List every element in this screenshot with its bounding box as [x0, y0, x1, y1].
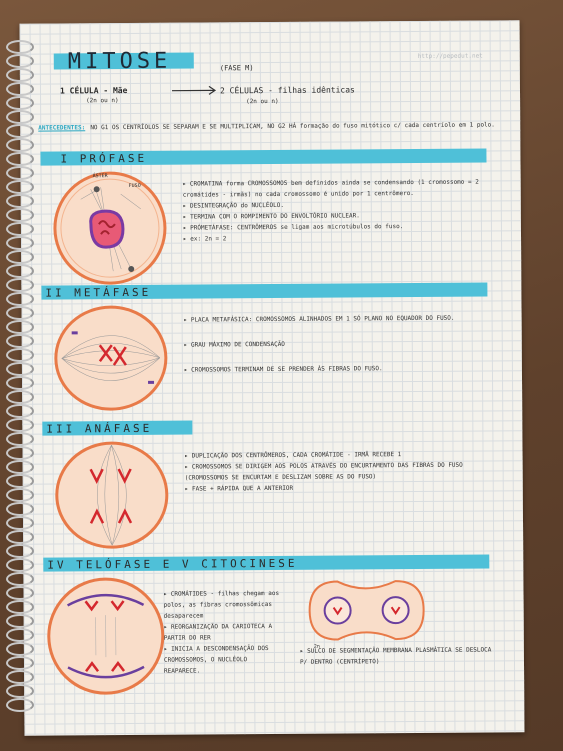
summary-daughter-cells: 2 CÉLULAS - filhas idênticas: [219, 85, 355, 96]
telophase-line: ▸ CROMÁTIDES - filhas chegam aos polos, …: [163, 589, 280, 620]
summary-daughter-sub: (2n ou n): [246, 97, 279, 106]
metaphase-line: ▸ GRAU MÁXIMO DE CONDENSAÇÃO: [183, 340, 285, 349]
cytokinesis-drawing: [308, 580, 425, 641]
antecedentes-text: NO G1 OS CENTRÍOLOS SE SEPARAM E SE MULT…: [90, 121, 495, 132]
anaphase-line: ▸ FASE + RÁPIDA QUE A ANTERIOR: [184, 484, 294, 493]
prophase-cell-drawing: [53, 171, 167, 285]
title-note: (FASE M): [219, 64, 254, 73]
antecedentes-label: ANTECEDENTES:: [38, 124, 86, 132]
prophase-notes: ▸ CROMATINA forma CROMOSSOMOS bem defini…: [183, 176, 493, 244]
telophase-notes: ▸ CROMÁTIDES - filhas chegam aos polos, …: [163, 588, 284, 677]
cytokinesis-text: ▸ SULCO DE SEGMENTAÇÃO MEMBRANA PLASMÁTI…: [299, 646, 492, 666]
metaphase-cell-drawing: [54, 305, 168, 411]
prophase-line: ▸ CROMATINA forma CROMOSSOMOS bem defini…: [182, 178, 479, 199]
metaphase-line: ▸ PLACA METAFÁSICA: CROMOSSOMOS ALINHADO…: [183, 314, 455, 324]
telophase-heading: IV TELÓFASE E V CITOCINESE: [47, 556, 298, 572]
watermark: http://pepedut.net: [417, 52, 483, 60]
anaphase-notes: ▸ DUPLICAÇÃO DOS CENTRÔMEROS, CADA CROMÁ…: [185, 448, 495, 494]
telophase-cell-drawing: [47, 577, 165, 695]
prophase-line: ▸ ex: 2n = 2: [183, 235, 227, 243]
anaphase-line: ▸ CROMOSSOMOS SE DIRIGEM AOS POLOS ATRAV…: [184, 461, 463, 482]
notebook-spiral: [6, 40, 34, 730]
metaphase-heading: II METÁFASE: [45, 285, 152, 300]
summary-mother-sub: (2n ou n): [86, 97, 119, 105]
aster-label: ÁSTER: [92, 173, 108, 180]
telophase-line: ▸ REORGANIZAÇÃO DA CARIOTECA A PARTIR DO…: [163, 623, 273, 642]
telophase-line: ▸ INICIA A DESCONDENSAÇÃO DOS CROMOSSOMO…: [163, 645, 269, 675]
arrow-icon: [171, 85, 217, 95]
metaphase-line: ▸ CROMOSSOMOS TERMINAM DE SE PRENDER ÀS …: [183, 365, 383, 374]
prophase-heading: I PRÓFASE: [60, 151, 148, 166]
anaphase-cell-drawing: [55, 441, 169, 549]
page-title: MITOSE: [67, 48, 172, 75]
notebook-page: MITOSE (FASE M) http://pepedut.net 1 CÉL…: [19, 20, 525, 736]
antecedentes-block: ANTECEDENTES: NO G1 OS CENTRÍOLOS SE SEP…: [38, 111, 508, 133]
spindle-label: FUSO: [128, 182, 141, 189]
summary-mother-cell: 1 CÉLULA - Mãe: [59, 86, 128, 96]
anaphase-heading: III ANÁFASE: [46, 421, 153, 436]
metaphase-notes: ▸ PLACA METAFÁSICA: CROMOSSOMOS ALINHADO…: [184, 312, 494, 375]
